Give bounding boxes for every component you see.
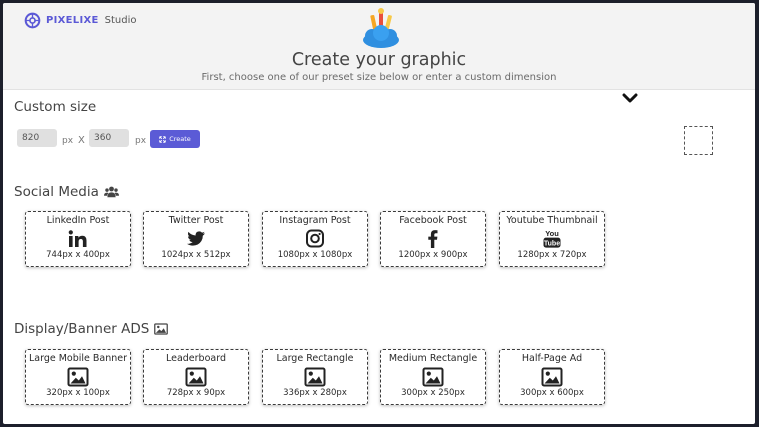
- card-size: 744px x 400px: [46, 250, 110, 260]
- page-title: Create your graphic: [291, 50, 467, 70]
- image-icon: [304, 367, 326, 387]
- card-label: Half-Page Ad: [521, 353, 583, 364]
- preset-card-medium-rectangle[interactable]: Medium Rectangle 300px x 250px: [380, 349, 486, 405]
- linkedin-icon: [67, 229, 89, 249]
- create-button-label: Create: [169, 135, 191, 143]
- card-size: 728px x 90px: [166, 388, 226, 398]
- card-label: Twitter Post: [168, 215, 224, 226]
- brand-suffix: Studio: [104, 14, 137, 26]
- height-unit-label: px: [135, 136, 147, 146]
- preset-card-facebook-post[interactable]: Facebook Post 1200px x 900px: [380, 211, 486, 267]
- image-icon: [67, 367, 89, 387]
- card-label: Youtube Thumbnail: [506, 215, 598, 226]
- youtube-icon-text-bottom: Tube: [544, 240, 560, 247]
- width-unit-label: px: [62, 136, 74, 146]
- card-size: 1024px x 512px: [161, 250, 231, 260]
- card-label: Instagram Post: [279, 215, 351, 226]
- preset-card-youtube-thumbnail[interactable]: Youtube Thumbnail You Tube 1280px x 720p…: [499, 211, 605, 267]
- card-label: Medium Rectangle: [388, 353, 478, 364]
- preset-card-large-mobile-banner[interactable]: Large Mobile Banner 320px x 100px: [25, 349, 131, 405]
- card-label: Large Rectangle: [276, 353, 354, 364]
- card-label: Leaderboard: [165, 353, 226, 364]
- card-label: LinkedIn Post: [46, 215, 110, 226]
- page-subtitle: First, choose one of our preset size bel…: [201, 72, 557, 83]
- card-size: 300px x 250px: [401, 388, 465, 398]
- card-size: 1200px x 900px: [398, 250, 468, 260]
- twitter-icon: [185, 229, 207, 249]
- preset-card-instagram-post[interactable]: Instagram Post 1080px x 1080px: [262, 211, 368, 267]
- facebook-icon: [422, 229, 444, 249]
- card-label: Facebook Post: [399, 215, 467, 226]
- expand-icon: [159, 135, 166, 143]
- image-icon: [154, 323, 169, 335]
- preset-card-half-page-ad[interactable]: Half-Page Ad 300px x 600px: [499, 349, 605, 405]
- card-size: 320px x 100px: [46, 388, 110, 398]
- modal-header: PIXELIXE Studio Create your graphic Firs…: [3, 3, 755, 90]
- display-banner-ads-title: Display/Banner ADS: [14, 321, 169, 337]
- social-media-title: Social Media: [14, 184, 119, 200]
- youtube-icon: You Tube: [541, 229, 563, 249]
- create-button[interactable]: Create: [150, 130, 200, 148]
- card-size: 1280px x 720px: [517, 250, 587, 260]
- custom-size-preview: [684, 126, 713, 155]
- image-icon: [541, 367, 563, 387]
- preset-card-leaderboard[interactable]: Leaderboard 728px x 90px: [143, 349, 249, 405]
- card-size: 1080px x 1080px: [277, 250, 353, 260]
- instagram-icon: [304, 229, 326, 249]
- brand-name: PIXELIXE: [46, 14, 99, 26]
- dimension-separator: X: [78, 135, 85, 146]
- width-input[interactable]: [17, 129, 57, 147]
- pixelixe-logo-icon: [24, 12, 41, 28]
- preset-card-linkedin-post[interactable]: LinkedIn Post 744px x 400px: [25, 211, 131, 267]
- height-input[interactable]: [89, 129, 129, 147]
- cloud-tools-icon: [363, 8, 399, 48]
- image-icon: [185, 367, 207, 387]
- card-size: 336px x 280px: [283, 388, 347, 398]
- create-graphic-modal: PIXELIXE Studio Create your graphic Firs…: [3, 3, 755, 424]
- youtube-icon-text-top: You: [545, 229, 559, 238]
- brand-logo[interactable]: PIXELIXE Studio: [24, 11, 136, 29]
- users-group-icon: [103, 186, 119, 198]
- chevron-down-icon[interactable]: [622, 92, 638, 104]
- image-icon: [422, 367, 444, 387]
- card-label: Large Mobile Banner: [28, 353, 128, 364]
- card-size: 300px x 600px: [520, 388, 584, 398]
- preset-card-twitter-post[interactable]: Twitter Post 1024px x 512px: [143, 211, 249, 267]
- custom-size-title: Custom size: [14, 99, 97, 115]
- preset-card-large-rectangle[interactable]: Large Rectangle 336px x 280px: [262, 349, 368, 405]
